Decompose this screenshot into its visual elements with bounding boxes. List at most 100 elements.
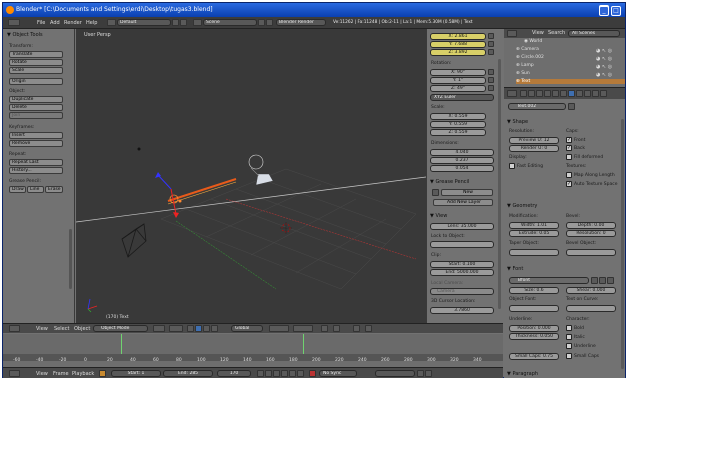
- extrude-field[interactable]: Extrude: 0.05: [509, 230, 559, 237]
- preview-range-icon[interactable]: [99, 370, 106, 377]
- lens-field[interactable]: Lens: 35.000: [430, 223, 494, 230]
- rotation-z-field[interactable]: Z: 49°: [430, 85, 486, 92]
- material-tab-icon[interactable]: [576, 90, 583, 97]
- manipulator-icon[interactable]: [187, 325, 194, 332]
- jump-start-icon[interactable]: [257, 370, 264, 377]
- dimension-z-field[interactable]: 0.054: [430, 165, 494, 172]
- render-u-field[interactable]: Render U: 0: [509, 145, 559, 152]
- object-font-field[interactable]: [509, 305, 559, 312]
- tl-menu-playback[interactable]: Playback: [72, 371, 94, 377]
- menu-add[interactable]: Add: [50, 20, 60, 26]
- rotate-manipulator-icon[interactable]: [203, 325, 210, 332]
- outliner-item-selected[interactable]: ⊕ Text: [516, 79, 625, 84]
- physics-tab-icon[interactable]: [600, 90, 607, 97]
- lock-location-x-icon[interactable]: [488, 33, 494, 39]
- scale-x-field[interactable]: X: 0.559: [430, 113, 486, 120]
- lock-object-field[interactable]: [430, 241, 494, 248]
- paragraph-panel-title[interactable]: ▼ Paragraph: [507, 371, 538, 377]
- keying-set-field[interactable]: [375, 370, 415, 377]
- back-checkbox[interactable]: ✓: [566, 145, 572, 151]
- bevel-resolution-field[interactable]: Resolution: 0: [566, 230, 616, 237]
- pivot-icon[interactable]: [169, 325, 183, 332]
- bevel-object-field[interactable]: [566, 249, 616, 256]
- auto-texture-space-checkbox[interactable]: ✓: [566, 181, 572, 187]
- gp-draw-button[interactable]: Draw: [9, 186, 26, 193]
- outliner-item[interactable]: ⊕ Camera: [516, 47, 539, 52]
- small-caps-scale-field[interactable]: Small Caps: 0.75: [509, 353, 559, 360]
- location-z-field[interactable]: Z: 3.892: [430, 49, 486, 56]
- font-fake-user-icon[interactable]: [591, 277, 598, 284]
- proportional-icon[interactable]: [321, 325, 328, 332]
- scale-button[interactable]: Scale: [9, 67, 63, 74]
- screen-remove-icon[interactable]: [180, 19, 187, 26]
- tl-menu-view[interactable]: View: [36, 371, 48, 377]
- timeline-current-frame[interactable]: [303, 334, 304, 356]
- menu-help[interactable]: Help: [86, 20, 97, 26]
- history-button[interactable]: History...: [9, 167, 63, 174]
- orientation-select[interactable]: Global: [231, 325, 263, 332]
- scene-add-icon[interactable]: [258, 19, 265, 26]
- dimension-y-field[interactable]: 0.237: [430, 157, 494, 164]
- start-frame-field[interactable]: Start: 1: [111, 370, 161, 377]
- text-on-curve-field[interactable]: [566, 305, 616, 312]
- shear-field[interactable]: Shear: 0.000: [566, 287, 616, 294]
- gp-erase-button[interactable]: Erase: [45, 186, 63, 193]
- underline-position-field[interactable]: Position: 0.000: [509, 325, 559, 332]
- properties-scrollbar[interactable]: [621, 119, 624, 369]
- record-icon[interactable]: [309, 370, 316, 377]
- translate-button[interactable]: Translate: [9, 51, 63, 58]
- screen-field[interactable]: Default: [117, 19, 171, 26]
- translate-manipulator-icon[interactable]: [195, 325, 202, 332]
- vp-menu-object[interactable]: Object: [74, 326, 90, 332]
- modifiers-tab-icon[interactable]: [560, 90, 567, 97]
- data-tab-icon[interactable]: [568, 90, 575, 97]
- timeline-editor-type-icon[interactable]: [9, 370, 20, 377]
- origin-button[interactable]: Origin: [9, 78, 63, 85]
- render-preview-icon[interactable]: [353, 325, 360, 332]
- outliner-search-menu[interactable]: Search: [548, 30, 565, 36]
- rotation-mode-select[interactable]: XYZ Euler: [430, 94, 494, 101]
- datablock-unlink-icon[interactable]: [568, 103, 575, 110]
- dimension-x-field[interactable]: 4.040: [430, 149, 494, 156]
- rotate-button[interactable]: Rotate: [9, 59, 63, 66]
- underline-checkbox[interactable]: [566, 343, 572, 349]
- keying-insert-icon[interactable]: [417, 370, 424, 377]
- repeat-last-button[interactable]: Repeat Last: [9, 159, 63, 166]
- fill-deformed-checkbox[interactable]: [566, 154, 572, 160]
- preview-u-field[interactable]: Preview U: 12: [509, 137, 559, 144]
- geometry-panel-title[interactable]: ▼ Geometry: [507, 203, 537, 209]
- menu-render[interactable]: Render: [64, 20, 82, 26]
- insert-keyframe-button[interactable]: Insert: [9, 132, 63, 139]
- font-panel-title[interactable]: ▼ Font: [507, 266, 523, 272]
- shape-panel-title[interactable]: ▼ Shape: [507, 119, 528, 125]
- location-y-field[interactable]: Y: 7.688: [430, 41, 486, 48]
- screen-add-icon[interactable]: [172, 19, 179, 26]
- prev-keyframe-icon[interactable]: [265, 370, 272, 377]
- outliner-item[interactable]: ◉ World: [524, 39, 542, 44]
- maximize-button[interactable]: □: [611, 6, 621, 16]
- particles-tab-icon[interactable]: [592, 90, 599, 97]
- viewport-editor-type-icon[interactable]: [9, 325, 20, 332]
- lock-rotation-z-icon[interactable]: [488, 85, 494, 91]
- duplicate-button[interactable]: Duplicate: [9, 96, 63, 103]
- texture-tab-icon[interactable]: [584, 90, 591, 97]
- screen-layout-icon[interactable]: [107, 19, 116, 26]
- location-x-field[interactable]: X: 2.861: [430, 33, 486, 40]
- italic-checkbox[interactable]: [566, 334, 572, 340]
- front-checkbox[interactable]: ✓: [566, 137, 572, 143]
- n-panel-scrollbar[interactable]: [498, 59, 501, 309]
- tool-shelf-scrollbar[interactable]: [69, 229, 72, 289]
- lock-location-z-icon[interactable]: [488, 49, 494, 55]
- mode-select[interactable]: Object Mode: [93, 325, 148, 332]
- font-unlink-icon[interactable]: [599, 277, 606, 284]
- vp-menu-view[interactable]: View: [36, 326, 48, 332]
- join-button[interactable]: Join: [9, 112, 63, 119]
- sync-select[interactable]: No Sync: [319, 370, 357, 377]
- rotation-y-field[interactable]: Y: 1°: [430, 77, 486, 84]
- small-caps-checkbox[interactable]: [566, 353, 572, 359]
- snap-icon[interactable]: [333, 325, 340, 332]
- outliner-display-select[interactable]: All Scenes: [568, 30, 620, 37]
- minimize-button-2[interactable]: _: [599, 6, 609, 16]
- vp-menu-select[interactable]: Select: [54, 326, 69, 332]
- gp-line-button[interactable]: Line: [27, 186, 44, 193]
